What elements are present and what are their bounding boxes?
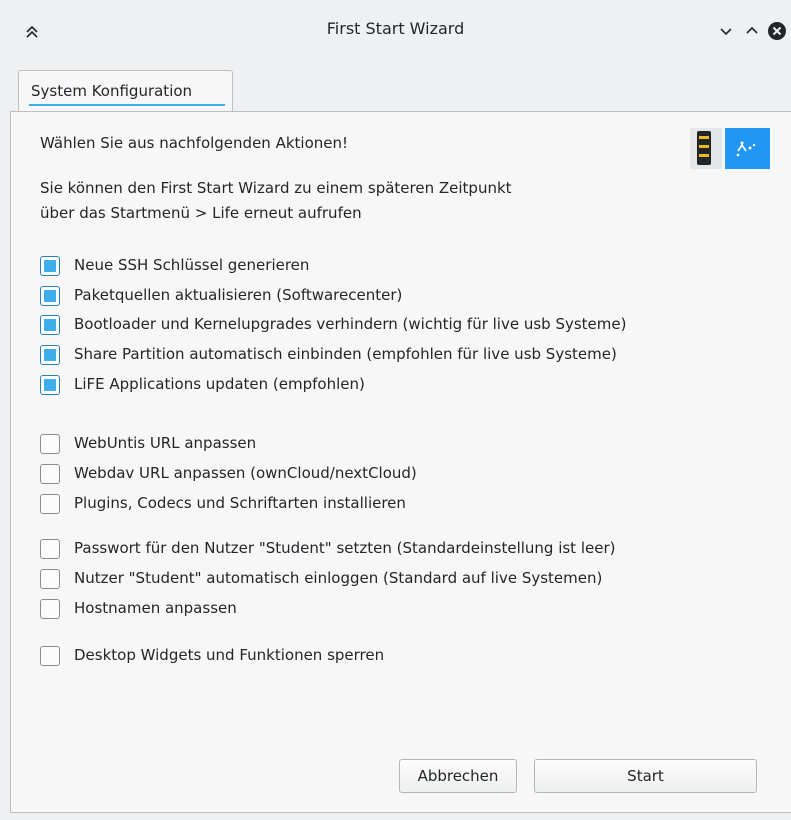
checkbox[interactable] — [40, 345, 60, 365]
checkbox[interactable] — [40, 646, 60, 666]
checkbox[interactable] — [40, 315, 60, 335]
checkbox[interactable] — [40, 569, 60, 589]
intro-text: Wählen Sie aus nachfolgenden Aktionen! — [40, 134, 348, 152]
option-label: Passwort für den Nutzer "Student" setzte… — [74, 539, 616, 557]
option-label: WebUntis URL anpassen — [74, 434, 257, 452]
option-label: Nutzer "Student" automatisch einloggen (… — [74, 569, 603, 587]
close-icon — [768, 22, 786, 40]
close-button[interactable] — [766, 20, 788, 42]
option-label: Paketquellen aktualisieren (Softwarecent… — [74, 286, 403, 304]
tab-label: System Konfiguration — [31, 82, 193, 100]
checkbox[interactable] — [40, 464, 60, 484]
minimize-button[interactable] — [715, 20, 737, 42]
option-label: LiFE Applications updaten (empfohlen) — [74, 375, 365, 393]
maximize-button[interactable] — [741, 20, 763, 42]
option-label: Plugins, Codecs und Schriftarten install… — [74, 494, 406, 512]
checkbox[interactable] — [40, 434, 60, 454]
option-label: Bootloader und Kernelupgrades verhindern… — [74, 315, 627, 333]
option-label: Webdav URL anpassen (ownCloud/nextCloud) — [74, 464, 417, 482]
checkbox[interactable] — [40, 599, 60, 619]
window-title: First Start Wizard — [326, 19, 465, 38]
option-label: Desktop Widgets und Funktionen sperren — [74, 646, 385, 664]
chevron-up-icon — [746, 26, 758, 34]
tab-panel: Wählen Sie aus nachfolgenden Aktionen! S… — [10, 111, 791, 813]
option-label: Hostnamen anpassen — [74, 599, 237, 617]
chevron-down-icon — [720, 28, 732, 36]
start-button[interactable]: Start — [534, 759, 757, 793]
info-text-line1: Sie können den First Start Wizard zu ein… — [40, 179, 512, 197]
option-label: Share Partition automatisch einbinden (e… — [74, 345, 617, 363]
checkbox[interactable] — [40, 375, 60, 395]
tab-system-konfiguration[interactable]: System Konfiguration — [18, 70, 233, 112]
checkbox[interactable] — [40, 539, 60, 559]
wizard-window: First Start Wizard System Konfiguration … — [0, 0, 791, 820]
cancel-button[interactable]: Abbrechen — [399, 759, 517, 793]
checkbox[interactable] — [40, 256, 60, 276]
life-usb-logo — [690, 128, 770, 169]
option-label: Neue SSH Schlüssel generieren — [74, 256, 310, 274]
info-text-line2: über das Startmenü > Life erneut aufrufe… — [40, 204, 362, 222]
checkbox[interactable] — [40, 286, 60, 306]
title-bar[interactable]: First Start Wizard — [0, 0, 791, 62]
checkbox[interactable] — [40, 494, 60, 514]
tab-active-indicator — [29, 104, 225, 106]
